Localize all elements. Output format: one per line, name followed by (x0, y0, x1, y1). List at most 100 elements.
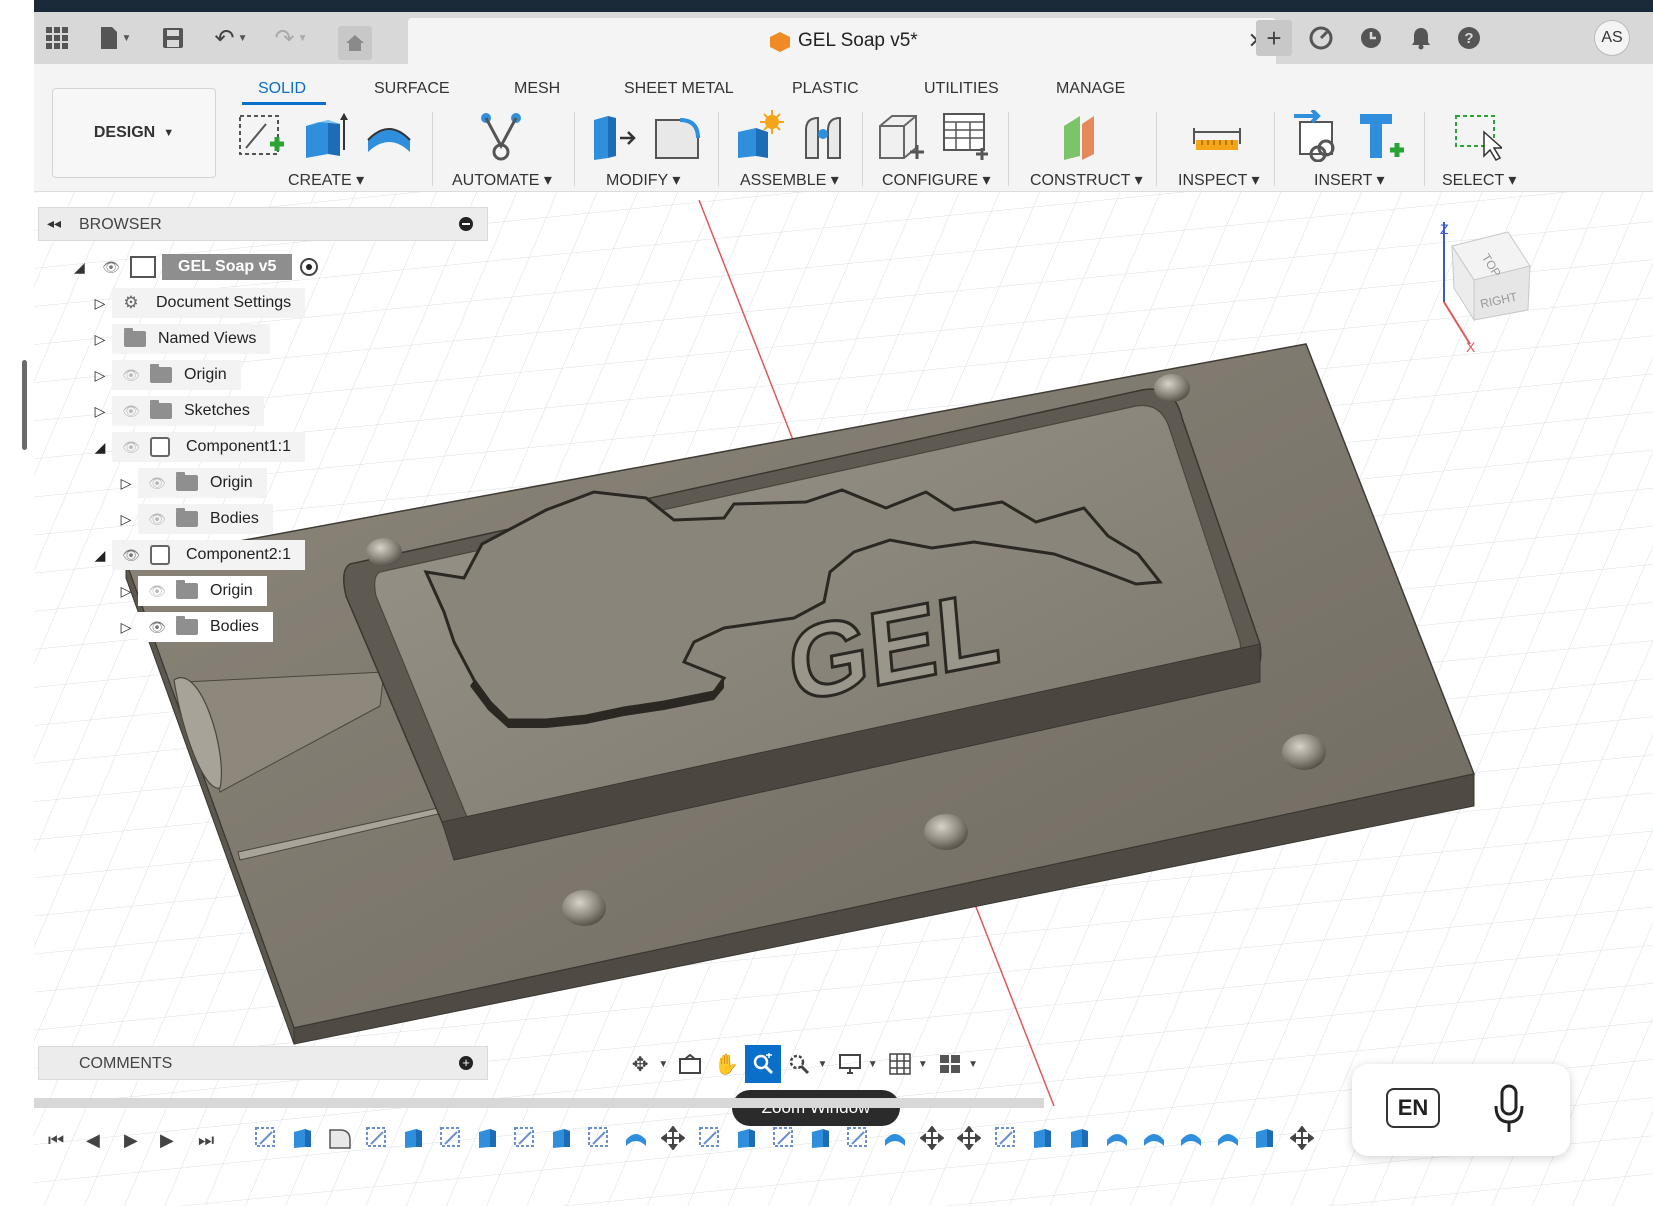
group-create-label[interactable]: CREATE ▾ (288, 170, 364, 190)
file-menu-button[interactable]: ▼ (92, 23, 138, 53)
group-insert-label[interactable]: INSERT ▾ (1314, 170, 1385, 190)
configure-icon[interactable] (876, 110, 926, 162)
zoom-dropdown-icon[interactable]: ▼ (817, 1059, 827, 1070)
timeline-sketch-icon[interactable] (254, 1126, 278, 1150)
browser-item-component1[interactable]: ◢ 👁 Component1:1 (88, 432, 305, 462)
timeline-extrude-icon[interactable] (1031, 1126, 1055, 1150)
visibility-eye-icon[interactable]: 👁 (118, 547, 144, 564)
timeline-sketch-icon[interactable] (772, 1126, 796, 1150)
tab-sheet-metal[interactable]: SHEET METAL (624, 80, 734, 98)
browser-item-component2-origin[interactable]: ▷ 👁 Origin (114, 576, 267, 606)
configuration-table-icon[interactable] (940, 110, 990, 162)
group-automate-label[interactable]: AUTOMATE ▾ (452, 170, 552, 190)
create-sketch-icon[interactable] (236, 110, 286, 162)
timeline-move-icon[interactable] (1289, 1125, 1315, 1151)
go-to-start-icon[interactable]: ⏮ (48, 1130, 64, 1151)
fillet-icon[interactable] (652, 110, 702, 162)
undo-button[interactable]: ↶ ▼ (208, 23, 254, 53)
expand-triangle-icon[interactable]: ▷ (114, 475, 138, 492)
measure-icon[interactable] (1192, 110, 1242, 162)
viewports-icon[interactable] (932, 1045, 968, 1083)
timeline-extrude-icon[interactable] (550, 1126, 574, 1150)
expand-triangle-icon[interactable]: ▷ (114, 583, 138, 600)
browser-panel-header[interactable]: ◂◂ BROWSER (38, 207, 488, 241)
timeline-revolve-icon[interactable] (1216, 1126, 1240, 1150)
automate-icon[interactable] (476, 110, 526, 162)
step-back-icon[interactable]: ◀ (86, 1130, 100, 1151)
timeline-sketch-icon[interactable] (439, 1126, 463, 1150)
root-component-name[interactable]: GEL Soap v5 (162, 254, 293, 280)
timeline-sketch-icon[interactable] (994, 1126, 1018, 1150)
timeline-sketch-icon[interactable] (587, 1126, 611, 1150)
timeline-sketch-icon[interactable] (846, 1126, 870, 1150)
workspace-switcher-button[interactable]: DESIGN ▼ (52, 88, 216, 178)
grid-settings-icon[interactable] (882, 1045, 918, 1083)
grid-dropdown-icon[interactable]: ▼ (918, 1059, 928, 1070)
app-grid-icon[interactable] (42, 23, 72, 53)
activate-radio-icon[interactable] (300, 258, 319, 276)
comments-panel-header[interactable]: COMMENTS + (38, 1046, 488, 1080)
timeline-revolve-icon[interactable] (883, 1126, 907, 1150)
tab-mesh[interactable]: MESH (514, 80, 560, 98)
look-at-icon[interactable] (672, 1045, 708, 1083)
timeline-move-icon[interactable] (919, 1125, 945, 1151)
browser-item-origin[interactable]: ▷ 👁 Origin (88, 360, 241, 390)
expand-triangle-icon[interactable]: ▷ (88, 295, 112, 312)
revolve-icon[interactable] (364, 110, 414, 162)
timeline-move-icon[interactable] (956, 1125, 982, 1151)
select-window-icon[interactable] (1452, 110, 1502, 162)
group-inspect-label[interactable]: INSPECT ▾ (1178, 170, 1260, 190)
tab-surface[interactable]: SURFACE (374, 80, 450, 98)
timeline-sketch-icon[interactable] (513, 1126, 537, 1150)
expand-triangle-icon[interactable]: ▷ (88, 367, 112, 384)
timeline-combine-icon[interactable] (1253, 1126, 1277, 1150)
timeline-extrude-icon[interactable] (1068, 1126, 1092, 1150)
browser-item-component1-bodies[interactable]: ▷ 👁 Bodies (114, 504, 273, 534)
browser-item-component1-origin[interactable]: ▷ 👁 Origin (114, 468, 267, 498)
orbit-icon[interactable]: ✥ (622, 1045, 658, 1083)
browser-item-component2-bodies[interactable]: ▷ 👁 Bodies (114, 612, 273, 642)
group-configure-label[interactable]: CONFIGURE ▾ (882, 170, 990, 190)
document-tab[interactable]: GEL Soap v5* ✕ (408, 18, 1276, 64)
timeline-extrude-icon[interactable] (291, 1126, 315, 1150)
tab-manage[interactable]: MANAGE (1056, 80, 1125, 98)
add-comment-icon[interactable]: + (459, 1056, 473, 1070)
new-tab-plus-icon[interactable]: + (1256, 20, 1292, 56)
browser-root-row[interactable]: ◢ 👁 GEL Soap v5 (74, 252, 319, 282)
browser-item-component2[interactable]: ◢ 👁 Component2:1 (88, 540, 305, 570)
timeline-extrude-icon[interactable] (402, 1126, 426, 1150)
microphone-icon[interactable] (1492, 1084, 1526, 1134)
clock-icon[interactable] (1356, 23, 1386, 53)
hidden-eye-icon[interactable]: 👁 (144, 511, 170, 528)
collapse-panel-icon[interactable]: ◂◂ (47, 215, 61, 232)
save-icon[interactable] (158, 23, 188, 53)
play-icon[interactable]: ▶ (124, 1130, 138, 1151)
zoom-window-icon[interactable] (744, 1045, 782, 1083)
go-to-end-icon[interactable]: ⏭ (198, 1130, 214, 1151)
expand-triangle-icon[interactable]: ▷ (114, 619, 138, 636)
timeline-revolve-icon[interactable] (1105, 1126, 1129, 1150)
display-dropdown-icon[interactable]: ▼ (868, 1059, 878, 1070)
expand-triangle-icon[interactable]: ▷ (88, 331, 112, 348)
orbit-dropdown-icon[interactable]: ▼ (658, 1059, 668, 1070)
display-settings-icon[interactable] (831, 1045, 867, 1083)
fit-zoom-icon[interactable] (781, 1045, 817, 1083)
viewports-dropdown-icon[interactable]: ▼ (968, 1059, 978, 1070)
collapse-triangle-icon[interactable]: ◢ (88, 439, 112, 456)
timeline-revolve-icon[interactable] (624, 1126, 648, 1150)
timeline-move-icon[interactable] (660, 1125, 686, 1151)
group-assemble-label[interactable]: ASSEMBLE ▾ (740, 170, 839, 190)
press-pull-icon[interactable] (590, 110, 640, 162)
visibility-eye-icon[interactable]: 👁 (98, 259, 124, 276)
timeline-revolve-icon[interactable] (1142, 1126, 1166, 1150)
home-icon[interactable] (338, 26, 372, 60)
extrude-icon[interactable] (300, 110, 350, 162)
group-select-label[interactable]: SELECT ▾ (1442, 170, 1516, 190)
tab-solid[interactable]: SOLID (258, 80, 306, 98)
notifications-bell-icon[interactable] (1406, 23, 1436, 53)
hidden-eye-icon[interactable]: 👁 (144, 475, 170, 492)
offset-plane-icon[interactable] (1060, 110, 1110, 162)
visibility-eye-icon[interactable]: 👁 (144, 619, 170, 636)
browser-item-document-settings[interactable]: ▷ ⚙ Document Settings (88, 288, 306, 318)
timeline-extrude-icon[interactable] (809, 1126, 833, 1150)
